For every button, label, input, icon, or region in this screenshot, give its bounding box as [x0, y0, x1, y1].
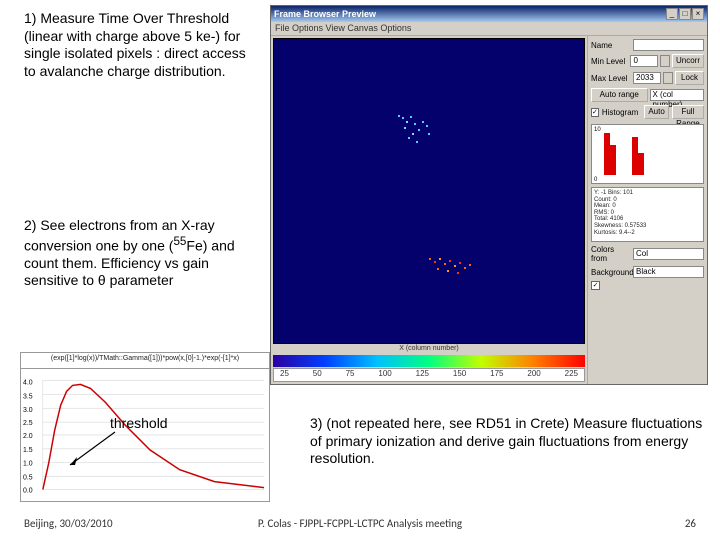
minlevel-input[interactable]: 0	[630, 55, 658, 67]
ytick: 1.0	[23, 461, 33, 468]
ytick: 0.0	[23, 488, 33, 495]
background-label: Background	[591, 268, 631, 277]
ytick: 0.5	[23, 475, 33, 482]
autorange-button[interactable]: Auto range	[591, 88, 648, 102]
x-axis-label: X (column number)	[273, 344, 585, 353]
stat-line: Kurtosis: 9.4--2	[594, 230, 701, 237]
maximize-button[interactable]: □	[679, 8, 691, 20]
auto-button[interactable]: Auto	[644, 105, 668, 119]
footer-meeting: P. Colas - FJPPL-FCPPL-LCTPC Analysis me…	[0, 517, 720, 530]
slide-number: 26	[685, 517, 696, 530]
tick: 75	[346, 369, 355, 381]
histogram-label: Histogram	[602, 108, 638, 117]
stat-line: Skewness: 0.57533	[594, 223, 701, 230]
frame-browser-window: Frame Browser Preview _ □ × File Options…	[270, 5, 708, 385]
tick: 150	[453, 369, 466, 381]
ytick: 1.5	[23, 447, 33, 454]
hist-bar	[638, 153, 644, 175]
ytick: 4.0	[23, 379, 33, 386]
window-title: Frame Browser Preview	[274, 9, 376, 19]
stat-line: Total: 4106	[594, 216, 701, 223]
tick: 125	[416, 369, 429, 381]
name-label: Name	[591, 41, 631, 50]
xlabel-select[interactable]: X (col number)	[650, 89, 705, 101]
tick: 25	[280, 369, 289, 381]
threshold-arrow-icon	[65, 430, 125, 470]
lock-button[interactable]: Lock	[675, 71, 704, 85]
stat-line: Mean: 0	[594, 203, 701, 210]
tick: 225	[565, 369, 578, 381]
minlevel-spinner[interactable]	[660, 55, 670, 67]
window-controls: _ □ ×	[666, 8, 704, 20]
tick: 175	[490, 369, 503, 381]
hist-bar	[610, 145, 616, 175]
maxlevel-spinner[interactable]	[663, 72, 673, 84]
paragraph-2: 2) See electrons from an X-ray conversio…	[24, 217, 264, 290]
function-formula: (exp([1]*log(x))/TMath::Gamma([1]))*pow(…	[21, 353, 269, 369]
colorbar	[273, 355, 585, 367]
paragraph-1: 1) Measure Time Over Threshold (linear w…	[24, 10, 254, 80]
histogram-plot: 10 0	[591, 124, 704, 184]
minlevel-label: Min Level	[591, 57, 628, 66]
ytick: 2.0	[23, 433, 33, 440]
sidebar-panel: Name Min Level0Uncorr Max Level2033Lock …	[587, 36, 707, 384]
stat-line: Y: -1 Bins: 101	[594, 190, 701, 197]
hist-y-tick: 10	[594, 127, 601, 133]
menu-bar[interactable]: File Options View Canvas Options	[271, 22, 707, 36]
window-titlebar[interactable]: Frame Browser Preview _ □ ×	[271, 6, 707, 22]
maxlevel-label: Max Level	[591, 74, 631, 83]
stat-line: Count: 0	[594, 197, 701, 204]
ytick: 2.5	[23, 420, 33, 427]
uncorr-button[interactable]: Uncorr	[672, 54, 704, 68]
close-button[interactable]: ×	[692, 8, 704, 20]
stat-line: RMS: 0	[594, 210, 701, 217]
maxlevel-input[interactable]: 2033	[633, 72, 661, 84]
stats-box: Y: -1 Bins: 101 Count: 0 Mean: 0 RMS: 0 …	[591, 187, 704, 242]
paragraph-3: 3) (not repeated here, see RD51 in Crete…	[310, 415, 705, 468]
colorsfrom-select[interactable]: Col	[633, 248, 704, 260]
function-canvas: 4.0 3.5 3.0 2.5 2.0 1.5 1.0 0.5 0.0	[21, 369, 269, 501]
final-checkbox[interactable]: ✓	[591, 281, 600, 290]
p2-sup: 55	[173, 235, 186, 248]
colorsfrom-label: Colors from	[591, 245, 631, 263]
minimize-button[interactable]: _	[666, 8, 678, 20]
x-axis-ticks: 25 50 75 100 125 150 175 200 225	[273, 368, 585, 382]
background-select[interactable]: Black	[633, 266, 704, 278]
pixel-canvas[interactable]	[273, 38, 585, 344]
tick: 100	[378, 369, 391, 381]
tick: 200	[527, 369, 540, 381]
name-input[interactable]	[633, 39, 704, 51]
ytick: 3.5	[23, 393, 33, 400]
threshold-annotation: threshold	[110, 415, 168, 431]
fullrange-button[interactable]: Full Range	[672, 105, 704, 119]
histogram-checkbox[interactable]: ✓	[591, 108, 599, 117]
canvas-area: X (column number) 2550751001251501752002…	[271, 36, 587, 384]
tick: 50	[313, 369, 322, 381]
function-svg: 4.0 3.5 3.0 2.5 2.0 1.5 1.0 0.5 0.0	[21, 369, 269, 501]
ytick: 3.0	[23, 407, 33, 414]
hist-x0-tick: 0	[594, 177, 597, 183]
